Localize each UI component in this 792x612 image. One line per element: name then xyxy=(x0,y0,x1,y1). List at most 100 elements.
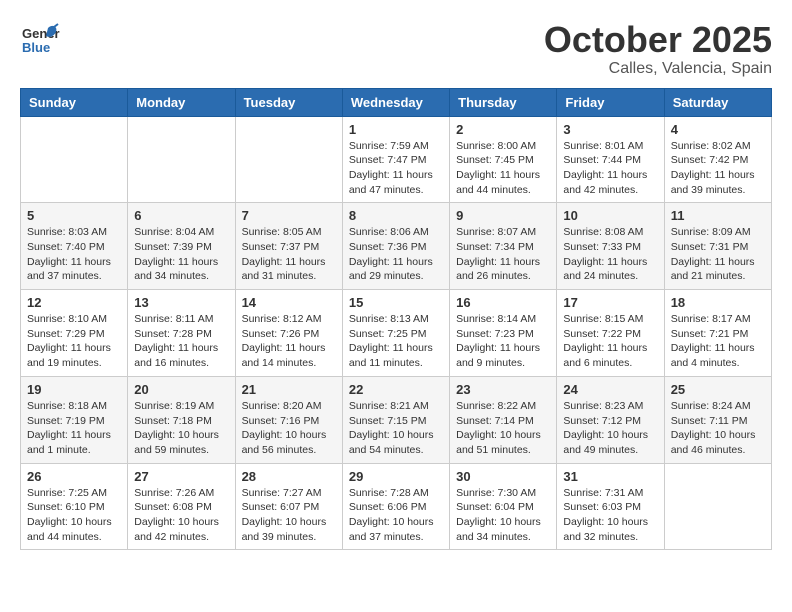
day-number: 19 xyxy=(27,382,121,397)
weekday-header-saturday: Saturday xyxy=(664,88,771,116)
day-number: 17 xyxy=(563,295,657,310)
day-info: Sunrise: 8:21 AM xyxy=(349,399,443,414)
calendar-day-2: 2Sunrise: 8:00 AMSunset: 7:45 PMDaylight… xyxy=(450,116,557,203)
day-info: Sunset: 7:19 PM xyxy=(27,414,121,429)
day-info: Sunrise: 7:28 AM xyxy=(349,486,443,501)
calendar-day-19: 19 Sunrise: 8:18 AMSunset: 7:19 PMDayligh… xyxy=(21,376,128,463)
calendar-day-5: 5Sunrise: 8:03 AMSunset: 7:40 PMDaylight… xyxy=(21,203,128,290)
day-info: Sunset: 6:08 PM xyxy=(134,500,228,515)
calendar-week-1: 1Sunrise: 7:59 AMSunset: 7:47 PMDaylight… xyxy=(21,116,772,203)
calendar-body: 1Sunrise: 7:59 AMSunset: 7:47 PMDaylight… xyxy=(21,116,772,550)
day-info: Sunset: 7:36 PM xyxy=(349,240,443,255)
day-info: Daylight: 10 hours and 56 minutes. xyxy=(242,428,336,457)
logo-icon: General Blue xyxy=(20,20,60,60)
day-number: 1 xyxy=(349,122,443,137)
day-number: 28 xyxy=(242,469,336,484)
day-info: Sunrise: 8:01 AM xyxy=(563,139,657,154)
day-number: 2 xyxy=(456,122,550,137)
day-info: Daylight: 10 hours and 39 minutes. xyxy=(242,515,336,544)
day-info: Sunset: 7:29 PM xyxy=(27,327,121,342)
day-info: Daylight: 11 hours and 9 minutes. xyxy=(456,341,550,370)
day-info: Sunset: 7:31 PM xyxy=(671,240,765,255)
day-info: Daylight: 11 hours and 39 minutes. xyxy=(671,168,765,197)
weekday-header-row: SundayMondayTuesdayWednesdayThursdayFrid… xyxy=(21,88,772,116)
day-number: 26 xyxy=(27,469,121,484)
day-info: Sunrise: 7:31 AM xyxy=(563,486,657,501)
day-info: Daylight: 11 hours and 31 minutes. xyxy=(242,255,336,284)
calendar-day-28: 28Sunrise: 7:27 AMSunset: 6:07 PMDayligh… xyxy=(235,463,342,550)
day-info: Sunset: 7:21 PM xyxy=(671,327,765,342)
day-info: Daylight: 10 hours and 49 minutes. xyxy=(563,428,657,457)
day-info: Sunrise: 8:15 AM xyxy=(563,312,657,327)
calendar-week-3: 12Sunrise: 8:10 AMSunset: 7:29 PMDayligh… xyxy=(21,290,772,377)
day-info: Sunrise: 8:18 AM xyxy=(27,399,121,414)
day-info: Daylight: 10 hours and 32 minutes. xyxy=(563,515,657,544)
calendar-day-12: 12Sunrise: 8:10 AMSunset: 7:29 PMDayligh… xyxy=(21,290,128,377)
day-info: Sunset: 7:34 PM xyxy=(456,240,550,255)
day-number: 6 xyxy=(134,208,228,223)
day-number: 8 xyxy=(349,208,443,223)
day-number: 13 xyxy=(134,295,228,310)
calendar-day-25: 25Sunrise: 8:24 AMSunset: 7:11 PMDayligh… xyxy=(664,376,771,463)
day-info: Sunrise: 8:24 AM xyxy=(671,399,765,414)
location: Calles, Valencia, Spain xyxy=(544,60,772,78)
day-info: Sunset: 7:25 PM xyxy=(349,327,443,342)
day-info: Sunset: 6:07 PM xyxy=(242,500,336,515)
day-info: Sunrise: 7:30 AM xyxy=(456,486,550,501)
calendar-day-24: 24Sunrise: 8:23 AMSunset: 7:12 PMDayligh… xyxy=(557,376,664,463)
day-info: Sunrise: 8:02 AM xyxy=(671,139,765,154)
month-title: October 2025 xyxy=(544,20,772,60)
calendar-day-8: 8Sunrise: 8:06 AMSunset: 7:36 PMDaylight… xyxy=(342,203,449,290)
logo: General Blue xyxy=(20,20,60,65)
day-info: Sunrise: 8:05 AM xyxy=(242,225,336,240)
day-info: Sunrise: 7:26 AM xyxy=(134,486,228,501)
day-info: Daylight: 10 hours and 54 minutes. xyxy=(349,428,443,457)
day-info: Sunset: 7:37 PM xyxy=(242,240,336,255)
day-info: Sunset: 7:45 PM xyxy=(456,153,550,168)
day-info: Daylight: 10 hours and 37 minutes. xyxy=(349,515,443,544)
day-number: 24 xyxy=(563,382,657,397)
day-info: Daylight: 10 hours and 46 minutes. xyxy=(671,428,765,457)
day-number: 27 xyxy=(134,469,228,484)
day-info: Sunset: 6:03 PM xyxy=(563,500,657,515)
day-number: 14 xyxy=(242,295,336,310)
day-info: Sunrise: 8:00 AM xyxy=(456,139,550,154)
calendar-day-10: 10Sunrise: 8:08 AMSunset: 7:33 PMDayligh… xyxy=(557,203,664,290)
calendar-day-empty xyxy=(235,116,342,203)
day-info: Sunrise: 8:22 AM xyxy=(456,399,550,414)
calendar-day-4: 4Sunrise: 8:02 AMSunset: 7:42 PMDaylight… xyxy=(664,116,771,203)
day-info: Sunrise: 8:20 AM xyxy=(242,399,336,414)
calendar-day-22: 22Sunrise: 8:21 AMSunset: 7:15 PMDayligh… xyxy=(342,376,449,463)
calendar-day-6: 6Sunrise: 8:04 AMSunset: 7:39 PMDaylight… xyxy=(128,203,235,290)
day-info: Daylight: 11 hours and 1 minute. xyxy=(27,428,121,457)
day-info: Sunset: 7:28 PM xyxy=(134,327,228,342)
day-number: 11 xyxy=(671,208,765,223)
calendar-table: SundayMondayTuesdayWednesdayThursdayFrid… xyxy=(20,88,772,551)
day-info: Sunrise: 8:06 AM xyxy=(349,225,443,240)
day-number: 30 xyxy=(456,469,550,484)
calendar-day-empty xyxy=(128,116,235,203)
day-info: Sunset: 7:44 PM xyxy=(563,153,657,168)
day-number: 10 xyxy=(563,208,657,223)
day-number: 15 xyxy=(349,295,443,310)
calendar-day-20: 20Sunrise: 8:19 AMSunset: 7:18 PMDayligh… xyxy=(128,376,235,463)
day-info: Sunrise: 8:13 AM xyxy=(349,312,443,327)
day-info: Daylight: 11 hours and 24 minutes. xyxy=(563,255,657,284)
day-info: Sunset: 7:47 PM xyxy=(349,153,443,168)
calendar-day-9: 9Sunrise: 8:07 AMSunset: 7:34 PMDaylight… xyxy=(450,203,557,290)
day-info: Sunset: 6:04 PM xyxy=(456,500,550,515)
day-info: Sunrise: 8:08 AM xyxy=(563,225,657,240)
weekday-header-friday: Friday xyxy=(557,88,664,116)
day-info: Sunset: 7:39 PM xyxy=(134,240,228,255)
calendar-day-17: 17Sunrise: 8:15 AMSunset: 7:22 PMDayligh… xyxy=(557,290,664,377)
day-info: Sunrise: 8:14 AM xyxy=(456,312,550,327)
day-info: Daylight: 10 hours and 34 minutes. xyxy=(456,515,550,544)
day-info: Sunset: 7:23 PM xyxy=(456,327,550,342)
day-info: Daylight: 11 hours and 47 minutes. xyxy=(349,168,443,197)
day-number: 18 xyxy=(671,295,765,310)
day-number: 5 xyxy=(27,208,121,223)
weekday-header-thursday: Thursday xyxy=(450,88,557,116)
day-number: 12 xyxy=(27,295,121,310)
day-info: Sunset: 7:26 PM xyxy=(242,327,336,342)
calendar-day-13: 13Sunrise: 8:11 AMSunset: 7:28 PMDayligh… xyxy=(128,290,235,377)
